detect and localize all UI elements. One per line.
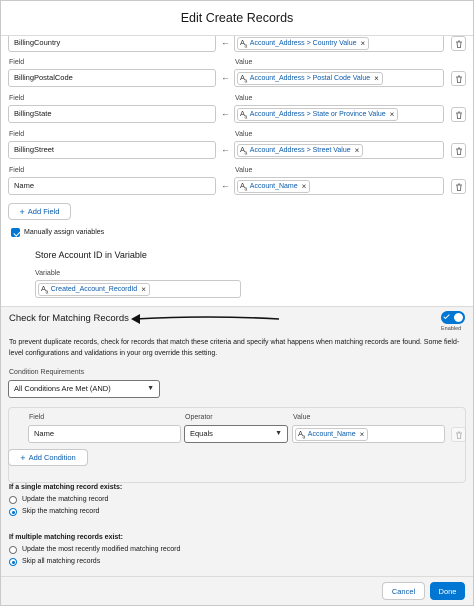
field-input[interactable]: BillingState: [8, 105, 216, 123]
single-skip-radio[interactable]: [9, 508, 17, 516]
field-input[interactable]: BillingPostalCode: [8, 69, 216, 87]
trash-icon: [455, 75, 462, 83]
close-icon[interactable]: ×: [360, 430, 365, 439]
trash-icon: [455, 183, 462, 191]
variable-input[interactable]: Aa Created_Account_RecordId ×: [35, 280, 241, 298]
field-label: Field: [9, 131, 25, 138]
value-input[interactable]: Aa Account_Address > Country Value ×: [234, 36, 444, 52]
manual-assign-checkbox[interactable]: [11, 228, 20, 237]
single-match-title: If a single matching record exists:: [9, 484, 123, 491]
close-icon[interactable]: ×: [390, 110, 395, 119]
value-input[interactable]: Aa Account_Name ×: [234, 177, 444, 195]
text-variable-icon: Aa: [240, 144, 247, 157]
text-variable-icon: Aa: [240, 108, 247, 121]
condition-operator-select[interactable]: Equals ▼: [184, 425, 288, 443]
matching-section-title: Check for Matching Records: [9, 313, 129, 324]
condition-value-input[interactable]: Aa Account_Name ×: [292, 425, 445, 443]
value-pill: Aa Account_Address > Country Value ×: [237, 37, 370, 50]
matching-description: To prevent duplicate records, check for …: [9, 339, 460, 357]
value-label: Value: [235, 95, 253, 102]
check-icon: [443, 312, 450, 320]
text-variable-icon: Aa: [298, 428, 305, 441]
single-update-radio[interactable]: [9, 496, 17, 504]
field-input[interactable]: BillingCountry: [8, 36, 216, 52]
left-arrow-icon: [131, 314, 280, 324]
multi-update-radio[interactable]: [9, 546, 17, 554]
value-pill: Aa Account_Address > Postal Code Value ×: [237, 72, 383, 85]
left-arrow-icon: ←: [221, 37, 230, 47]
variable-pill: Aa Created_Account_RecordId ×: [38, 283, 150, 296]
field-label: Field: [9, 59, 25, 66]
close-icon[interactable]: ×: [141, 285, 146, 294]
delete-row-button[interactable]: [451, 179, 466, 194]
modal-footer: Cancel Done: [1, 576, 473, 605]
modal-title: Edit Create Records: [1, 1, 473, 36]
delete-row-button[interactable]: [451, 143, 466, 158]
field-input[interactable]: Name: [8, 177, 216, 195]
done-button[interactable]: Done: [430, 582, 465, 600]
delete-row-button[interactable]: [451, 36, 466, 51]
value-input[interactable]: Aa Account_Address > Postal Code Value ×: [234, 69, 444, 87]
value-label: Value: [235, 59, 253, 66]
left-arrow-icon: ←: [221, 180, 230, 190]
delete-row-button[interactable]: [451, 107, 466, 122]
condition-requirements-select[interactable]: All Conditions Are Met (AND) ▼: [8, 380, 160, 398]
field-label: Field: [9, 95, 25, 102]
close-icon[interactable]: ×: [360, 39, 365, 48]
condition-box: [8, 407, 466, 483]
store-id-title: Store Account ID in Variable: [35, 250, 147, 260]
value-pill: Aa Account_Name ×: [237, 180, 311, 193]
edit-create-records-modal: Edit Create Records BillingCountry ← Aa …: [0, 0, 474, 606]
trash-icon: [455, 147, 462, 155]
value-pill: Aa Account_Address > State or Province V…: [237, 108, 399, 121]
trash-icon: [455, 111, 462, 119]
cancel-button[interactable]: Cancel: [382, 582, 425, 600]
single-skip-label: Skip the matching record: [22, 508, 100, 515]
value-pill: Aa Account_Address > Street Value ×: [237, 144, 364, 157]
multi-skip-radio[interactable]: [9, 558, 17, 566]
chevron-down-icon: ▼: [147, 385, 154, 392]
value-input[interactable]: Aa Account_Address > State or Province V…: [234, 105, 444, 123]
add-icon: +: [20, 452, 26, 463]
multi-skip-label: Skip all matching records: [22, 558, 101, 565]
value-label: Value: [235, 131, 253, 138]
manual-assign-label: Manually assign variables: [24, 229, 105, 236]
value-input[interactable]: Aa Account_Address > Street Value ×: [234, 141, 444, 159]
close-icon[interactable]: ×: [374, 74, 379, 83]
value-label: Value: [235, 167, 253, 174]
field-input[interactable]: BillingStreet: [8, 141, 216, 159]
condition-value-pill: Aa Account_Name ×: [295, 428, 369, 441]
field-label: Field: [9, 167, 25, 174]
add-icon: +: [19, 206, 25, 217]
delete-row-button[interactable]: [451, 71, 466, 86]
single-update-label: Update the matching record: [22, 496, 109, 503]
matching-section-divider: [1, 306, 473, 307]
delete-condition-button[interactable]: [451, 427, 466, 442]
multi-match-title: If multiple matching records exist:: [9, 534, 123, 541]
close-icon[interactable]: ×: [355, 146, 360, 155]
modal-body: BillingCountry ← Aa Account_Address > Co…: [1, 36, 473, 577]
matching-toggle[interactable]: [441, 311, 465, 324]
text-variable-icon: Aa: [240, 180, 247, 193]
condition-value-label: Value: [293, 414, 311, 421]
condition-operator-label: Operator: [185, 414, 213, 421]
trash-icon: [455, 40, 462, 48]
left-arrow-icon: ←: [221, 72, 230, 82]
variable-label: Variable: [35, 270, 61, 277]
multi-update-label: Update the most recently modified matchi…: [22, 546, 181, 553]
add-field-button[interactable]: + Add Field: [8, 203, 71, 220]
text-variable-icon: Aa: [240, 72, 247, 85]
close-icon[interactable]: ×: [302, 182, 307, 191]
chevron-down-icon: ▼: [275, 430, 282, 437]
condition-requirements-label: Condition Requirements: [9, 369, 85, 376]
toggle-state-label: Enabled: [441, 326, 462, 332]
text-variable-icon: Aa: [240, 37, 247, 50]
add-condition-button[interactable]: + Add Condition: [8, 449, 88, 466]
left-arrow-icon: ←: [221, 108, 230, 118]
text-variable-icon: Aa: [41, 283, 48, 296]
condition-field-input[interactable]: Name: [28, 425, 181, 443]
trash-icon: [455, 431, 462, 439]
condition-field-label: Field: [29, 414, 45, 421]
left-arrow-icon: ←: [221, 144, 230, 154]
